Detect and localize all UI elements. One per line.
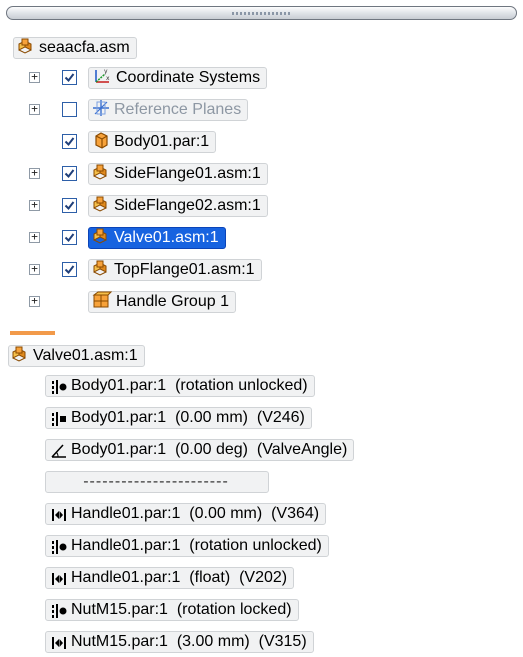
svg-text:x: x xyxy=(106,75,110,82)
mate-icon xyxy=(50,506,66,522)
relationship-header-label[interactable]: Valve01.asm:1 xyxy=(8,345,145,367)
tree-item-label[interactable]: SideFlange01.asm:1 xyxy=(88,163,268,185)
relationship-text: NutM15.par:1 (rotation locked) xyxy=(71,601,292,618)
assembly-icon xyxy=(11,345,29,368)
tree-item-label[interactable]: yx Coordinate Systems xyxy=(88,67,268,90)
angle-icon xyxy=(50,442,66,458)
pane-splitter[interactable] xyxy=(6,6,517,20)
pane-separator[interactable] xyxy=(10,331,55,335)
tree-item[interactable]: Valve01.asm:1 xyxy=(88,226,226,250)
relationship-item[interactable]: Handle01.par:1 (float) (V202) xyxy=(45,567,295,589)
tree-item-label[interactable]: Valve01.asm:1 xyxy=(88,227,226,249)
relationship-text: NutM15.par:1 (3.00 mm) (V315) xyxy=(71,633,307,650)
relationship-text: Body01.par:1 (0.00 mm) (V246) xyxy=(71,409,305,426)
tree-item-text: Reference Planes xyxy=(114,101,242,118)
svg-text:y: y xyxy=(104,68,108,75)
relationship-divider: ----------------------- xyxy=(45,471,269,493)
relationship-item[interactable]: Body01.par:1 (rotation unlocked) xyxy=(45,375,315,397)
tree-item-text: SideFlange02.asm:1 xyxy=(114,197,261,214)
relationship-text: Handle01.par:1 (0.00 mm) (V364) xyxy=(71,505,320,522)
assembly-icon xyxy=(92,259,110,282)
coordinate-system-icon: yx xyxy=(92,67,112,90)
tree-item-text: Valve01.asm:1 xyxy=(114,229,219,246)
visibility-checkbox[interactable] xyxy=(62,102,77,117)
mate-icon xyxy=(50,570,66,586)
expand-toggle[interactable]: + xyxy=(29,263,40,275)
relationship-text: Body01.par:1 (rotation unlocked) xyxy=(71,377,308,394)
tree-item[interactable]: SideFlange02.asm:1 xyxy=(88,194,268,218)
tree-root-label[interactable]: seaacfa.asm xyxy=(13,37,137,59)
expand-toggle[interactable]: + xyxy=(29,295,40,307)
tree-item[interactable]: SideFlange01.asm:1 xyxy=(88,162,268,186)
assembly-icon xyxy=(17,37,35,60)
expand-toggle[interactable]: + xyxy=(29,231,40,243)
axial-align-icon xyxy=(50,378,67,394)
group-icon xyxy=(92,291,113,314)
tree-item-label[interactable]: SideFlange02.asm:1 xyxy=(88,195,268,217)
tree-item[interactable]: yx Coordinate Systems xyxy=(88,66,268,90)
divider-text: ----------------------- xyxy=(83,473,229,490)
visibility-checkbox-checked[interactable] xyxy=(62,198,77,213)
visibility-checkbox-checked[interactable] xyxy=(62,262,77,277)
splitter-grip[interactable] xyxy=(231,12,292,15)
reference-plane-icon xyxy=(92,99,110,122)
axial-align-icon xyxy=(50,602,67,618)
relationship-item[interactable]: NutM15.par:1 (3.00 mm) (V315) xyxy=(45,631,314,653)
tree-item-text: Handle Group 1 xyxy=(116,293,229,310)
expand-toggle[interactable]: + xyxy=(29,103,40,115)
tree-item-text: TopFlange01.asm:1 xyxy=(114,261,255,278)
tree-root-text: seaacfa.asm xyxy=(39,39,130,56)
relationship-text: Handle01.par:1 (float) (V202) xyxy=(71,569,288,586)
relationship-item[interactable]: Handle01.par:1 (0.00 mm) (V364) xyxy=(45,503,327,525)
relationship-item[interactable]: Handle01.par:1 (rotation unlocked) xyxy=(45,535,329,557)
tree-item[interactable]: Handle Group 1 xyxy=(88,290,236,314)
tree-item-label[interactable]: Reference Planes xyxy=(88,99,249,122)
relationship-header[interactable]: Valve01.asm:1 xyxy=(8,344,145,368)
assembly-icon xyxy=(92,227,110,250)
assembly-icon xyxy=(92,195,110,218)
tree-item[interactable]: Reference Planes xyxy=(88,98,249,122)
tree-item-label[interactable]: TopFlange01.asm:1 xyxy=(88,259,262,281)
relationship-text: Body01.par:1 (0.00 deg) (ValveAngle) xyxy=(71,441,348,458)
assembly-icon xyxy=(92,163,110,186)
relationship-item[interactable]: Body01.par:1 (0.00 mm) (V246) xyxy=(45,407,312,429)
mate-icon xyxy=(50,634,66,650)
relationship-item[interactable]: NutM15.par:1 (rotation locked) xyxy=(45,599,299,621)
tree-item-text: Body01.par:1 xyxy=(114,133,210,150)
tree-item[interactable]: Body01.par:1 xyxy=(88,130,217,154)
relationship-header-text: Valve01.asm:1 xyxy=(33,347,138,364)
part-icon xyxy=(92,131,110,154)
expand-toggle[interactable]: + xyxy=(29,167,40,179)
expand-toggle[interactable]: + xyxy=(29,71,40,83)
visibility-checkbox-checked[interactable] xyxy=(62,134,77,149)
relationship-item[interactable]: Body01.par:1 (0.00 deg) (ValveAngle) xyxy=(45,439,355,461)
tree-root[interactable]: seaacfa.asm xyxy=(13,36,137,60)
planar-align-icon xyxy=(50,410,66,426)
visibility-checkbox-checked[interactable] xyxy=(62,230,77,245)
tree-item-label[interactable]: Handle Group 1 xyxy=(88,291,236,313)
tree-item-label[interactable]: Body01.par:1 xyxy=(88,131,217,154)
relationship-text: Handle01.par:1 (rotation unlocked) xyxy=(71,537,322,554)
tree-item-text: Coordinate Systems xyxy=(116,69,261,86)
tree-item-text: SideFlange01.asm:1 xyxy=(114,165,261,182)
visibility-checkbox-checked[interactable] xyxy=(62,166,77,181)
visibility-checkbox-checked[interactable] xyxy=(62,70,77,85)
tree-item[interactable]: TopFlange01.asm:1 xyxy=(88,258,262,282)
axial-align-icon xyxy=(50,538,67,554)
expand-toggle[interactable]: + xyxy=(29,199,40,211)
